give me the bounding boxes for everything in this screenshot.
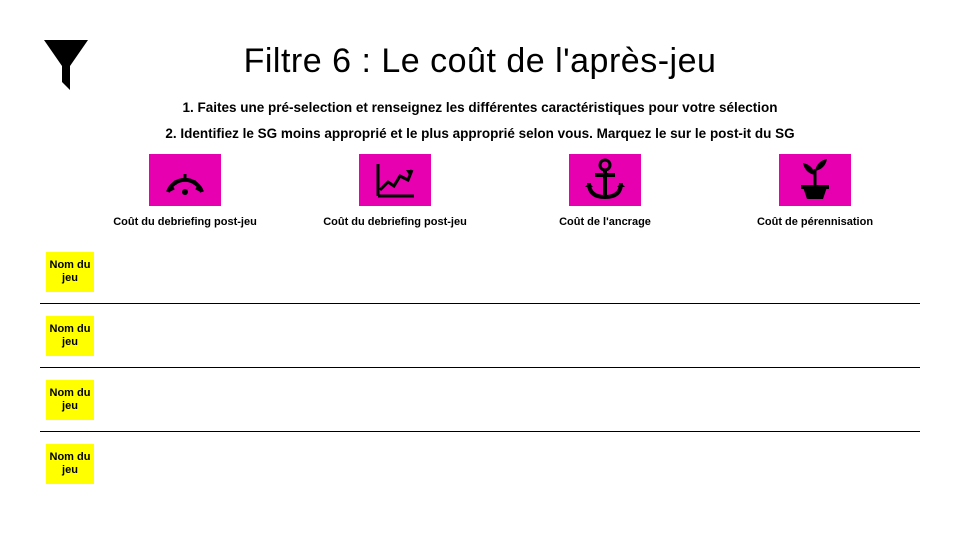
instruction-line-1: 1. Faites une pré-selection et renseigne… xyxy=(0,95,960,121)
col-debriefing-1: Coût du debriefing post-jeu xyxy=(80,152,290,228)
sticky-note[interactable]: Nom du jeu xyxy=(46,316,94,356)
sticky-note[interactable]: Nom du jeu xyxy=(46,380,94,420)
column-headers: Coût du debriefing post-jeu Coût du debr… xyxy=(0,152,960,228)
funnel-icon xyxy=(42,38,90,99)
page-title: Filtre 6 : Le coût de l'après-jeu xyxy=(0,0,960,81)
col-label: Coût de l'ancrage xyxy=(500,216,710,228)
instructions-block: 1. Faites une pré-selection et renseigne… xyxy=(0,95,960,146)
col-sustainability: Coût de pérennisation xyxy=(710,152,920,228)
game-rows: Nom du jeu Nom du jeu Nom du jeu Nom du … xyxy=(0,240,960,496)
table-row: Nom du jeu xyxy=(40,368,920,432)
instruction-line-2: 2. Identifiez le SG moins approprié et l… xyxy=(0,121,960,147)
col-label: Coût de pérennisation xyxy=(710,216,920,228)
sticky-note[interactable]: Nom du jeu xyxy=(46,252,94,292)
col-label: Coût du debriefing post-jeu xyxy=(290,216,500,228)
gauge-icon xyxy=(149,154,221,206)
chart-icon xyxy=(359,154,431,206)
col-label: Coût du debriefing post-jeu xyxy=(80,216,290,228)
plant-icon xyxy=(779,154,851,206)
col-debriefing-2: Coût du debriefing post-jeu xyxy=(290,152,500,228)
col-anchoring: Coût de l'ancrage xyxy=(500,152,710,228)
anchor-icon xyxy=(569,154,641,206)
table-row: Nom du jeu xyxy=(40,240,920,304)
sticky-note[interactable]: Nom du jeu xyxy=(46,444,94,484)
table-row: Nom du jeu xyxy=(40,432,920,496)
table-row: Nom du jeu xyxy=(40,304,920,368)
